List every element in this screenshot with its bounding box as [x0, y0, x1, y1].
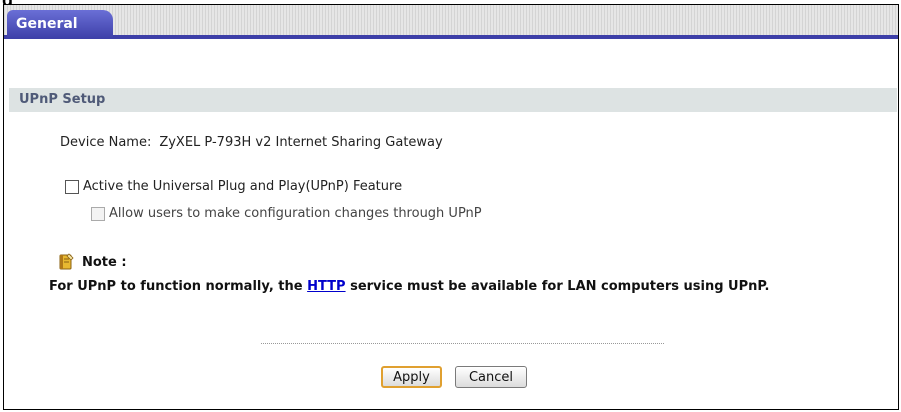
upnp-enable-checkbox[interactable]	[65, 179, 79, 194]
note-text-after: service must be available for LAN comput…	[345, 279, 770, 294]
note-text: For UPnP to function normally, the HTTP …	[49, 278, 859, 295]
allow-config-label: Allow users to make configuration change…	[109, 206, 482, 221]
allow-config-checkbox[interactable]	[91, 206, 105, 221]
button-row: Apply Cancel	[381, 366, 527, 388]
upnp-general-panel: General UPnP Setup Device Name: ZyXEL P-7…	[3, 4, 899, 410]
apply-button[interactable]: Apply	[381, 366, 442, 388]
device-name-label: Device Name:	[60, 135, 152, 150]
note-title: Note :	[57, 253, 127, 271]
divider-dotted	[261, 343, 664, 344]
tab-bar: General	[4, 5, 898, 39]
allow-config-row: Allow users to make configuration change…	[91, 206, 482, 221]
upnp-enable-row: Active the Universal Plug and Play(UPnP)…	[65, 179, 402, 194]
http-link[interactable]: HTTP	[307, 279, 345, 294]
cancel-button[interactable]: Cancel	[455, 366, 527, 388]
note-text-before: For UPnP to function normally, the	[49, 279, 308, 294]
note-title-text: Note :	[82, 254, 127, 270]
device-name-value: ZyXEL P-793H v2 Internet Sharing Gateway	[159, 135, 443, 150]
notebook-icon	[59, 253, 74, 270]
tab-general[interactable]: General	[7, 10, 113, 39]
section-header-upnp-setup: UPnP Setup	[9, 88, 897, 112]
device-name-row: Device Name: ZyXEL P-793H v2 Internet Sha…	[60, 135, 443, 150]
upnp-enable-label: Active the Universal Plug and Play(UPnP)…	[83, 179, 403, 194]
